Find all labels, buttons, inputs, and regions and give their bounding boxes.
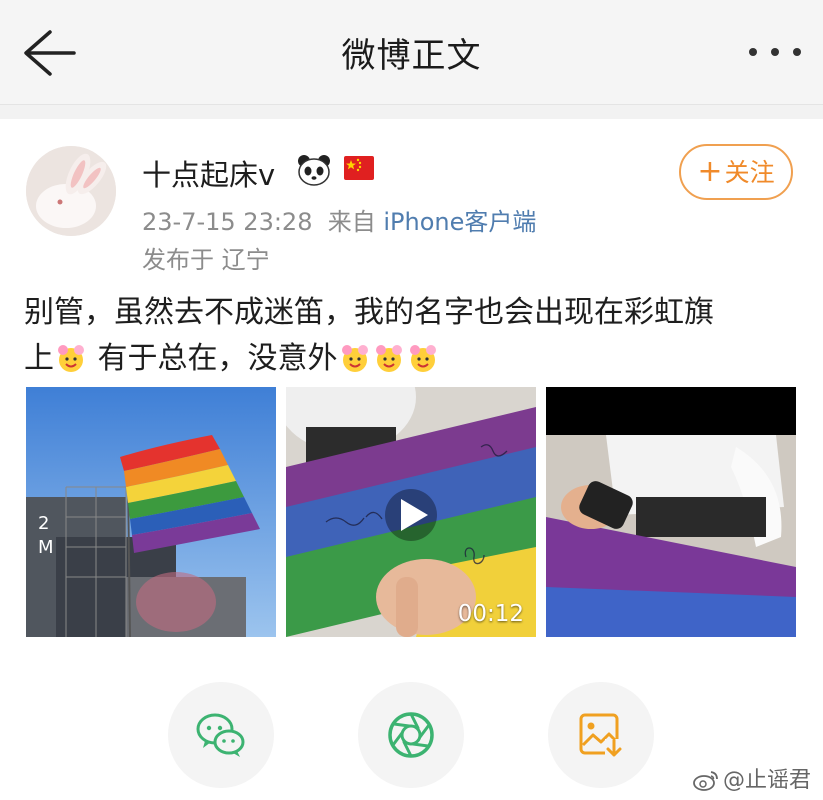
plus-icon: + <box>697 154 723 189</box>
post-text-line1: 别管，虽然去不成迷笛，我的名字也会出现在彩虹旗 <box>24 295 714 330</box>
author-badges <box>296 152 377 188</box>
follow-button[interactable]: +关注 <box>679 144 793 200</box>
save-image-button[interactable] <box>548 682 654 788</box>
section-gap <box>0 105 823 119</box>
flower-face-emoji-icon <box>58 345 84 372</box>
post-location: 发布于 辽宁 <box>142 240 270 275</box>
share-moments-button[interactable] <box>358 682 464 788</box>
post-text-line2-mid: 有于总在，没意外 <box>88 341 338 376</box>
follow-label: 关注 <box>724 158 775 187</box>
more-button[interactable] <box>745 40 805 64</box>
location-value: 辽宁 <box>221 246 270 274</box>
top-navigation-bar: 微博正文 <box>0 0 823 105</box>
svg-text:M: M <box>38 537 54 558</box>
flag-closeup-photo <box>546 387 796 637</box>
source-prefix: 来自 <box>327 208 376 236</box>
avatar[interactable] <box>26 146 116 236</box>
image-thumbnail-rainbow-flag[interactable]: 2 M <box>26 387 276 637</box>
image-thumbnail-flag-closeup[interactable] <box>546 387 796 637</box>
post-content: 别管，虽然去不成迷笛，我的名字也会出现在彩虹旗 上 有于总在，没意外 <box>24 290 804 382</box>
location-prefix: 发布于 <box>142 246 214 274</box>
post-meta: 23-7-15 23:28 来自 iPhone客户端 <box>142 202 536 237</box>
rainbow-flag-stage-photo: 2 M <box>26 387 276 637</box>
video-duration: 00:12 <box>457 601 524 627</box>
rabbit-avatar-image <box>26 146 116 236</box>
video-thumbnail-flag-signing[interactable]: 00:12 <box>286 387 536 637</box>
watermark: @止谣君 <box>693 762 811 794</box>
more-dots-icon <box>749 48 801 56</box>
watermark-text: @止谣君 <box>722 768 811 793</box>
author-name[interactable]: 十点起床v <box>142 152 275 194</box>
post-source-link[interactable]: iPhone客户端 <box>383 208 536 236</box>
china-flag-icon <box>344 156 375 180</box>
panda-emoji-icon <box>298 155 330 186</box>
save-image-icon <box>579 713 623 759</box>
weibo-logo-icon <box>693 771 718 791</box>
post-text-line2-start: 上 <box>24 341 54 376</box>
wechat-icon <box>196 713 245 757</box>
share-wechat-button[interactable] <box>168 682 274 788</box>
flower-face-emoji-icon <box>409 345 436 372</box>
post-time: 23-7-15 23:28 <box>142 208 313 236</box>
page-title: 微博正文 <box>341 36 482 76</box>
flag-signing-video <box>286 387 536 637</box>
moments-icon <box>388 712 434 758</box>
flower-face-emoji-icon <box>341 345 368 372</box>
svg-text:2: 2 <box>38 513 49 534</box>
flower-face-emoji-icon <box>375 345 402 372</box>
